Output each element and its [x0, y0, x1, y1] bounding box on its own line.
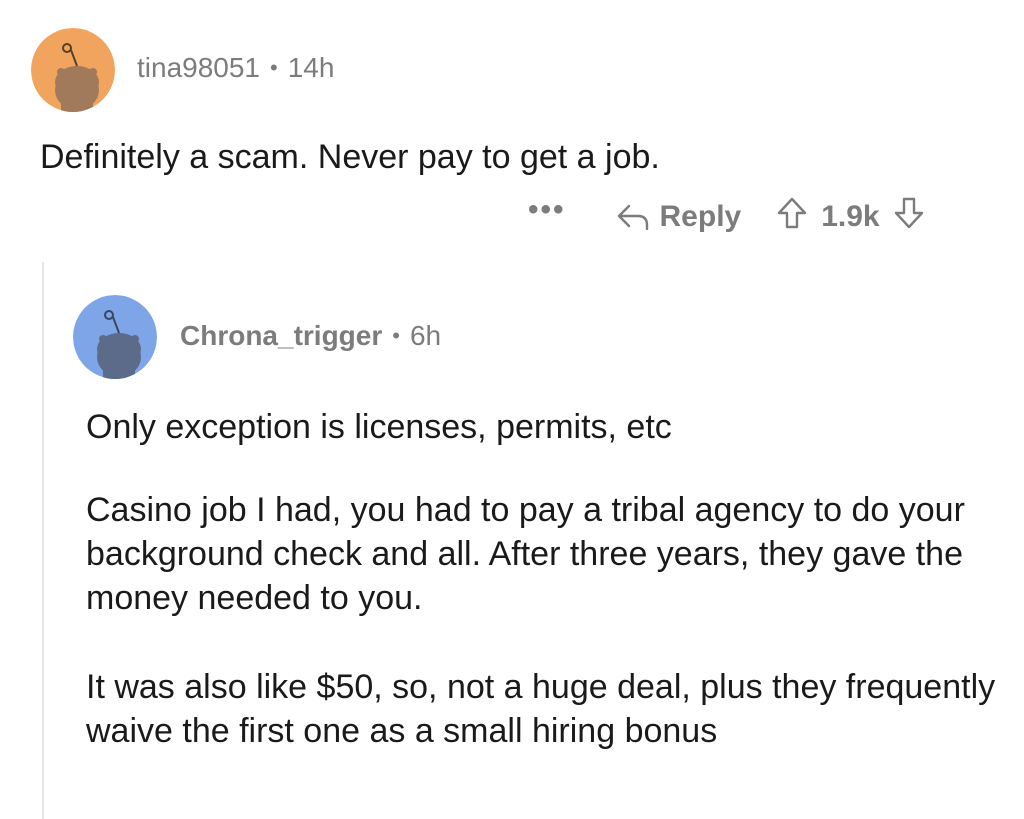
upvote-arrow-icon: [778, 197, 807, 229]
separator-dot: •: [392, 323, 400, 348]
reply-label: Reply: [659, 200, 742, 233]
comment-meta: tina98051 • 14h: [137, 52, 334, 84]
snoo-avatar-icon: [73, 295, 157, 379]
comment-paragraph: Only exception is licenses, permits, etc: [86, 408, 672, 446]
downvote-arrow-icon: [894, 197, 923, 229]
comment-age: 14h: [287, 52, 335, 83]
user-avatar[interactable]: [73, 295, 157, 379]
comment-age: 6h: [409, 320, 442, 351]
more-options-button[interactable]: •••: [528, 195, 566, 239]
user-avatar[interactable]: [31, 28, 115, 112]
comment-meta: Chrona_trigger • 6h: [180, 320, 441, 352]
username-link[interactable]: Chrona_trigger: [180, 320, 382, 352]
reply-button[interactable]: Reply: [616, 200, 742, 234]
thread-line[interactable]: [42, 262, 44, 819]
downvote-button[interactable]: [894, 197, 924, 237]
comment-paragraph: It was also like $50, so, not a huge dea…: [86, 668, 996, 750]
comment-body: Definitely a scam. Never pay to get a jo…: [40, 138, 660, 176]
vote-score: 1.9k: [821, 200, 880, 233]
comment-thread: tina98051 • 14h Definitely a scam. Never…: [0, 0, 1024, 819]
upvote-button[interactable]: [777, 197, 807, 237]
snoo-avatar-icon: [31, 28, 115, 112]
username-link[interactable]: tina98051: [137, 52, 260, 84]
comment-paragraph: Casino job I had, you had to pay a triba…: [86, 491, 965, 617]
reply-arrow-icon: [617, 204, 648, 231]
comment-actions: ••• Reply 1.9k: [528, 193, 924, 241]
vote-controls: 1.9k: [777, 197, 923, 237]
separator-dot: •: [270, 55, 278, 80]
